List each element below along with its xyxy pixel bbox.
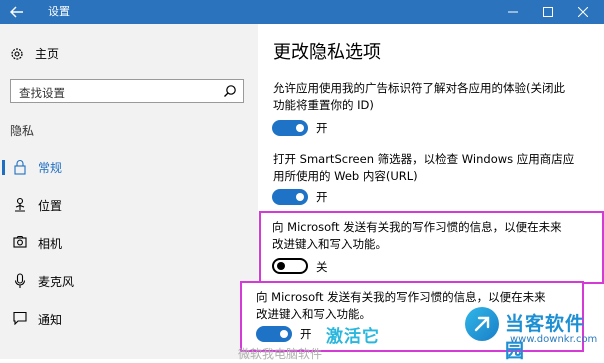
sidebar-item-label: 麦克风 xyxy=(38,275,75,289)
toggle-knob xyxy=(280,330,288,338)
sidebar-item-microphone[interactable]: 麦克风 xyxy=(0,266,258,296)
search-input[interactable]: 查找设置 xyxy=(10,79,244,103)
brand-url: www.downkr.com xyxy=(510,334,598,345)
advertising-id-toggle[interactable] xyxy=(272,120,308,136)
camera-icon xyxy=(13,236,27,248)
toggle-state-label: 关 xyxy=(316,260,328,274)
overlay-writing-habits-toggle[interactable] xyxy=(256,326,292,342)
watermark: 微软我电脑软件 xyxy=(238,347,323,361)
title-bar: 设置 xyxy=(0,0,604,24)
overlay-writing-habits: 向 Microsoft 发送有关我的写作习惯的信息，以便在未来 改进键入和写入功… xyxy=(256,289,546,323)
smartscreen-toggle[interactable] xyxy=(272,189,308,205)
window-title: 设置 xyxy=(48,5,70,18)
brand-logo-icon xyxy=(465,307,499,341)
sidebar-item-label: 位置 xyxy=(38,199,63,213)
sidebar-home-label: 主页 xyxy=(35,47,60,61)
chat-bubble-icon xyxy=(13,311,27,325)
toggle-state-label: 开 xyxy=(300,327,312,341)
toggle-knob xyxy=(296,124,304,132)
close-icon xyxy=(578,7,588,17)
minimize-icon xyxy=(508,11,518,13)
location-person-icon xyxy=(15,197,25,212)
minimize-button[interactable] xyxy=(496,0,530,24)
overlay-description-line2: 改进键入和写入功能。 xyxy=(256,307,371,321)
setting-description-line2: 功能将重置你的 ID) xyxy=(273,98,374,112)
setting-smartscreen: 打开 SmartScreen 筛选器，以检查 Windows 应用商店应 用所使… xyxy=(273,151,574,185)
sidebar: 主页 查找设置 隐私 常规 位置 相机 麦克风 通知 xyxy=(0,24,258,359)
gear-icon xyxy=(11,47,23,60)
active-indicator xyxy=(2,160,5,175)
toggle-knob xyxy=(277,262,285,270)
sidebar-item-notifications[interactable]: 通知 xyxy=(0,304,258,334)
setting-description-line2: 用所使用的 Web 内容(URL) xyxy=(273,169,418,183)
setting-description-line1: 打开 SmartScreen 筛选器，以检查 Windows 应用商店应 xyxy=(273,152,575,166)
sidebar-item-camera[interactable]: 相机 xyxy=(0,228,258,258)
search-placeholder: 查找设置 xyxy=(19,86,65,100)
sidebar-section-title: 隐私 xyxy=(10,124,35,138)
toggle-state-label: 开 xyxy=(316,121,328,135)
page-title: 更改隐私选项 xyxy=(273,42,381,63)
setting-description-line1: 允许应用使用我的广告标识符了解对各应用的体验(关闭此 xyxy=(273,81,565,95)
close-button[interactable] xyxy=(566,0,600,24)
back-button[interactable] xyxy=(0,0,34,24)
activate-annotation: 激活它 xyxy=(326,327,380,347)
toggle-state-label: 开 xyxy=(316,190,328,204)
maximize-button[interactable] xyxy=(531,0,565,24)
back-arrow-icon xyxy=(10,6,23,18)
overlay-description-line1: 向 Microsoft 发送有关我的写作习惯的信息，以便在未来 xyxy=(256,290,546,304)
setting-description-line2: 改进键入和写入功能。 xyxy=(272,237,387,251)
setting-writing-habits: 向 Microsoft 发送有关我的写作习惯的信息，以便在未来 改进键入和写入功… xyxy=(272,219,562,253)
setting-advertising-id: 允许应用使用我的广告标识符了解对各应用的体验(关闭此 功能将重置你的 ID) xyxy=(273,80,565,114)
writing-habits-toggle[interactable] xyxy=(272,258,308,274)
search-icon[interactable] xyxy=(223,84,237,98)
maximize-icon xyxy=(543,7,553,17)
toggle-knob xyxy=(296,193,304,201)
brand-logo-mark xyxy=(474,316,490,332)
sidebar-item-label: 相机 xyxy=(38,237,63,251)
sidebar-item-label: 常规 xyxy=(38,161,63,175)
sidebar-item-general[interactable]: 常规 xyxy=(0,152,258,182)
microphone-icon xyxy=(14,273,26,288)
sidebar-home[interactable]: 主页 xyxy=(10,45,59,62)
setting-description-line1: 向 Microsoft 发送有关我的写作习惯的信息，以便在未来 xyxy=(272,220,562,234)
lock-icon xyxy=(14,160,26,175)
sidebar-item-location[interactable]: 位置 xyxy=(0,190,258,220)
sidebar-item-label: 通知 xyxy=(38,313,63,327)
